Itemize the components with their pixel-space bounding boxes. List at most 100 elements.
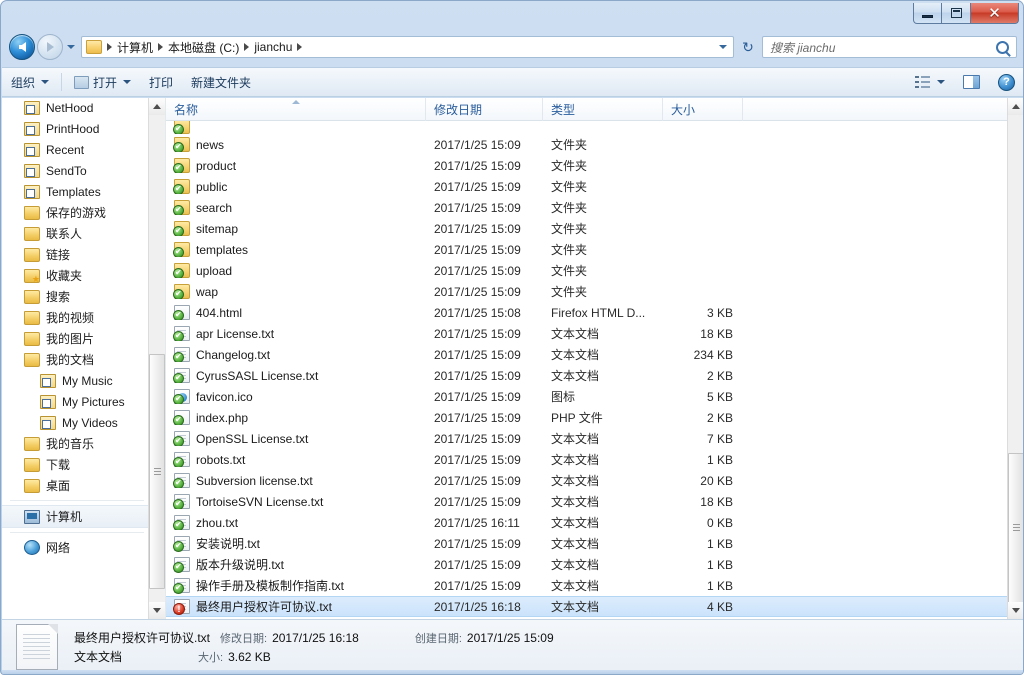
scrollbar-thumb[interactable] bbox=[1008, 453, 1023, 603]
nav-item[interactable]: My Music bbox=[2, 370, 150, 391]
file-name-cell: zhou.txt bbox=[166, 515, 426, 530]
scroll-down-button[interactable] bbox=[149, 602, 165, 619]
file-name-label: 操作手册及模板制作指南.txt bbox=[196, 579, 345, 593]
help-button[interactable]: ? bbox=[989, 70, 1023, 94]
nav-item[interactable]: 保存的游戏 bbox=[2, 202, 150, 223]
scroll-up-button[interactable] bbox=[149, 98, 165, 115]
preview-pane-button[interactable] bbox=[954, 70, 989, 94]
change-view-button[interactable] bbox=[906, 70, 954, 94]
file-date-cell: 2017/1/25 15:09 bbox=[434, 284, 521, 299]
table-row-selected[interactable]: 最终用户授权许可协议.txt 2017/1/25 16:18 文本文档 4 KB bbox=[166, 596, 1023, 617]
scroll-up-button[interactable] bbox=[1008, 98, 1023, 115]
file-date-cell: 2017/1/25 16:11 bbox=[434, 515, 520, 530]
svn-ok-overlay-icon bbox=[173, 540, 184, 552]
nav-item[interactable]: Recent bbox=[2, 139, 150, 160]
table-row[interactable]: 版本升级说明.txt 2017/1/25 15:09 文本文档 1 KB bbox=[166, 554, 1023, 575]
file-date-cell: 2017/1/25 15:09 bbox=[434, 410, 521, 425]
search-placeholder: 搜索 jianchu bbox=[770, 40, 836, 55]
table-row[interactable]: TortoiseSVN License.txt 2017/1/25 15:09 文本… bbox=[166, 491, 1023, 512]
nav-item[interactable]: SendTo bbox=[2, 160, 150, 181]
table-row[interactable]: zhou.txt 2017/1/25 16:11 文本文档 0 KB bbox=[166, 512, 1023, 533]
organize-button[interactable]: 组织 bbox=[2, 70, 58, 94]
back-button[interactable] bbox=[9, 34, 35, 60]
table-row[interactable]: wap 2017/1/25 15:09 文件夹 bbox=[166, 281, 1023, 302]
nav-item[interactable]: 搜索 bbox=[2, 286, 150, 307]
breadcrumb[interactable]: 计算机 本地磁盘 (C:) jianchu bbox=[81, 36, 734, 58]
minimize-button[interactable] bbox=[913, 3, 942, 24]
details-filetype: 文本文档 bbox=[74, 650, 123, 664]
table-row-partial[interactable] bbox=[166, 121, 1023, 134]
table-row[interactable]: news 2017/1/25 15:09 文件夹 bbox=[166, 134, 1023, 155]
column-header-name[interactable]: 名称 bbox=[166, 98, 426, 121]
scrollbar-thumb[interactable] bbox=[149, 354, 165, 589]
nav-item[interactable]: 我的视频 bbox=[2, 307, 150, 328]
table-row[interactable]: sitemap 2017/1/25 15:09 文件夹 bbox=[166, 218, 1023, 239]
nav-item-computer[interactable]: 计算机 bbox=[2, 505, 150, 528]
breadcrumb-item-drive[interactable]: 本地磁盘 (C:) bbox=[165, 37, 242, 58]
column-header-type[interactable]: 类型 bbox=[543, 98, 663, 121]
breadcrumb-item-computer[interactable]: 计算机 bbox=[114, 37, 156, 58]
svn-ok-overlay-icon bbox=[173, 204, 184, 215]
nav-item[interactable]: 我的文档 bbox=[2, 349, 150, 370]
table-row[interactable]: 安装说明.txt 2017/1/25 15:09 文本文档 1 KB bbox=[166, 533, 1023, 554]
nav-item[interactable]: NetHood bbox=[2, 98, 150, 118]
new-folder-button[interactable]: 新建文件夹 bbox=[182, 70, 260, 94]
preview-pane-icon bbox=[963, 75, 980, 89]
nav-item[interactable]: 下载 bbox=[2, 454, 150, 475]
svn-ok-overlay-icon bbox=[173, 351, 184, 362]
nav-item[interactable]: 收藏夹 bbox=[2, 265, 150, 286]
search-input[interactable]: 搜索 jianchu bbox=[762, 36, 1017, 58]
nav-item[interactable]: Templates bbox=[2, 181, 150, 202]
file-type-cell: 文本文档 bbox=[551, 516, 600, 530]
nav-item[interactable]: 链接 bbox=[2, 244, 150, 265]
details-size-label: 大小: bbox=[198, 651, 224, 664]
table-row[interactable]: CyrusSASL License.txt 2017/1/25 15:09 文本文档… bbox=[166, 365, 1023, 386]
navigation-scrollbar[interactable] bbox=[148, 98, 165, 619]
nav-item[interactable]: 联系人 bbox=[2, 223, 150, 244]
table-row[interactable]: OpenSSL License.txt 2017/1/25 15:09 文本文档 7 … bbox=[166, 428, 1023, 449]
table-row[interactable]: search 2017/1/25 15:09 文件夹 bbox=[166, 197, 1023, 218]
table-row[interactable]: Subversion license.txt 2017/1/25 15:09 文本文… bbox=[166, 470, 1023, 491]
table-row[interactable]: upload 2017/1/25 15:09 文件夹 bbox=[166, 260, 1023, 281]
folder-icon bbox=[173, 263, 190, 278]
table-row[interactable]: favicon.ico 2017/1/25 15:09 图标 5 KB bbox=[166, 386, 1023, 407]
scroll-down-button[interactable] bbox=[1008, 602, 1023, 619]
table-row[interactable]: apr License.txt 2017/1/25 15:09 文本文档 18 KB bbox=[166, 323, 1023, 344]
print-button[interactable]: 打印 bbox=[140, 70, 182, 94]
breadcrumb-item-jianchu[interactable]: jianchu bbox=[251, 38, 295, 56]
search-icon[interactable] bbox=[996, 40, 1009, 54]
file-name-cell: 安装说明.txt bbox=[166, 535, 426, 552]
close-button[interactable]: ✕ bbox=[971, 3, 1019, 24]
table-row[interactable]: index.php 2017/1/25 15:09 PHP 文件 2 KB bbox=[166, 407, 1023, 428]
breadcrumb-separator-icon bbox=[107, 43, 112, 51]
nav-item[interactable]: 我的音乐 bbox=[2, 433, 150, 454]
table-row[interactable]: public 2017/1/25 15:09 文件夹 bbox=[166, 176, 1023, 197]
table-row[interactable]: 操作手册及模板制作指南.txt 2017/1/25 15:09 文本文档 1 KB bbox=[166, 575, 1023, 596]
chevron-down-icon bbox=[1012, 608, 1020, 613]
file-date-cell: 2017/1/25 15:09 bbox=[434, 452, 521, 467]
nav-item[interactable]: 我的图片 bbox=[2, 328, 150, 349]
column-header-size[interactable]: 大小 bbox=[663, 98, 743, 121]
column-header-type-label: 类型 bbox=[551, 103, 576, 117]
nav-item[interactable]: PrintHood bbox=[2, 118, 150, 139]
forward-button[interactable] bbox=[37, 34, 63, 60]
table-row[interactable]: 404.html 2017/1/25 15:08 Firefox HTML D...… bbox=[166, 302, 1023, 323]
nav-item-network[interactable]: 网络 bbox=[2, 537, 150, 558]
breadcrumb-dropdown-button[interactable] bbox=[715, 37, 731, 57]
table-row[interactable]: robots.txt 2017/1/25 15:09 文本文档 1 KB bbox=[166, 449, 1023, 470]
nav-item[interactable]: My Videos bbox=[2, 412, 150, 433]
svn-ok-overlay-icon bbox=[173, 498, 184, 509]
file-list-scrollbar[interactable] bbox=[1007, 98, 1023, 619]
column-header-date[interactable]: 修改日期 bbox=[426, 98, 543, 121]
refresh-button[interactable]: ↻ bbox=[737, 36, 759, 58]
file-size-cell: 0 KB bbox=[706, 515, 733, 530]
maximize-button[interactable] bbox=[942, 3, 971, 24]
nav-item[interactable]: My Pictures bbox=[2, 391, 150, 412]
table-row[interactable]: Changelog.txt 2017/1/25 15:09 文本文档 234 KB bbox=[166, 344, 1023, 365]
table-row[interactable]: templates 2017/1/25 15:09 文件夹 bbox=[166, 239, 1023, 260]
nav-item[interactable]: 桌面 bbox=[2, 475, 150, 496]
nav-item-label: 桌面 bbox=[46, 479, 71, 493]
table-row[interactable]: product 2017/1/25 15:09 文件夹 bbox=[166, 155, 1023, 176]
recent-locations-button[interactable] bbox=[64, 34, 78, 60]
open-button[interactable]: 打开 bbox=[65, 70, 140, 94]
